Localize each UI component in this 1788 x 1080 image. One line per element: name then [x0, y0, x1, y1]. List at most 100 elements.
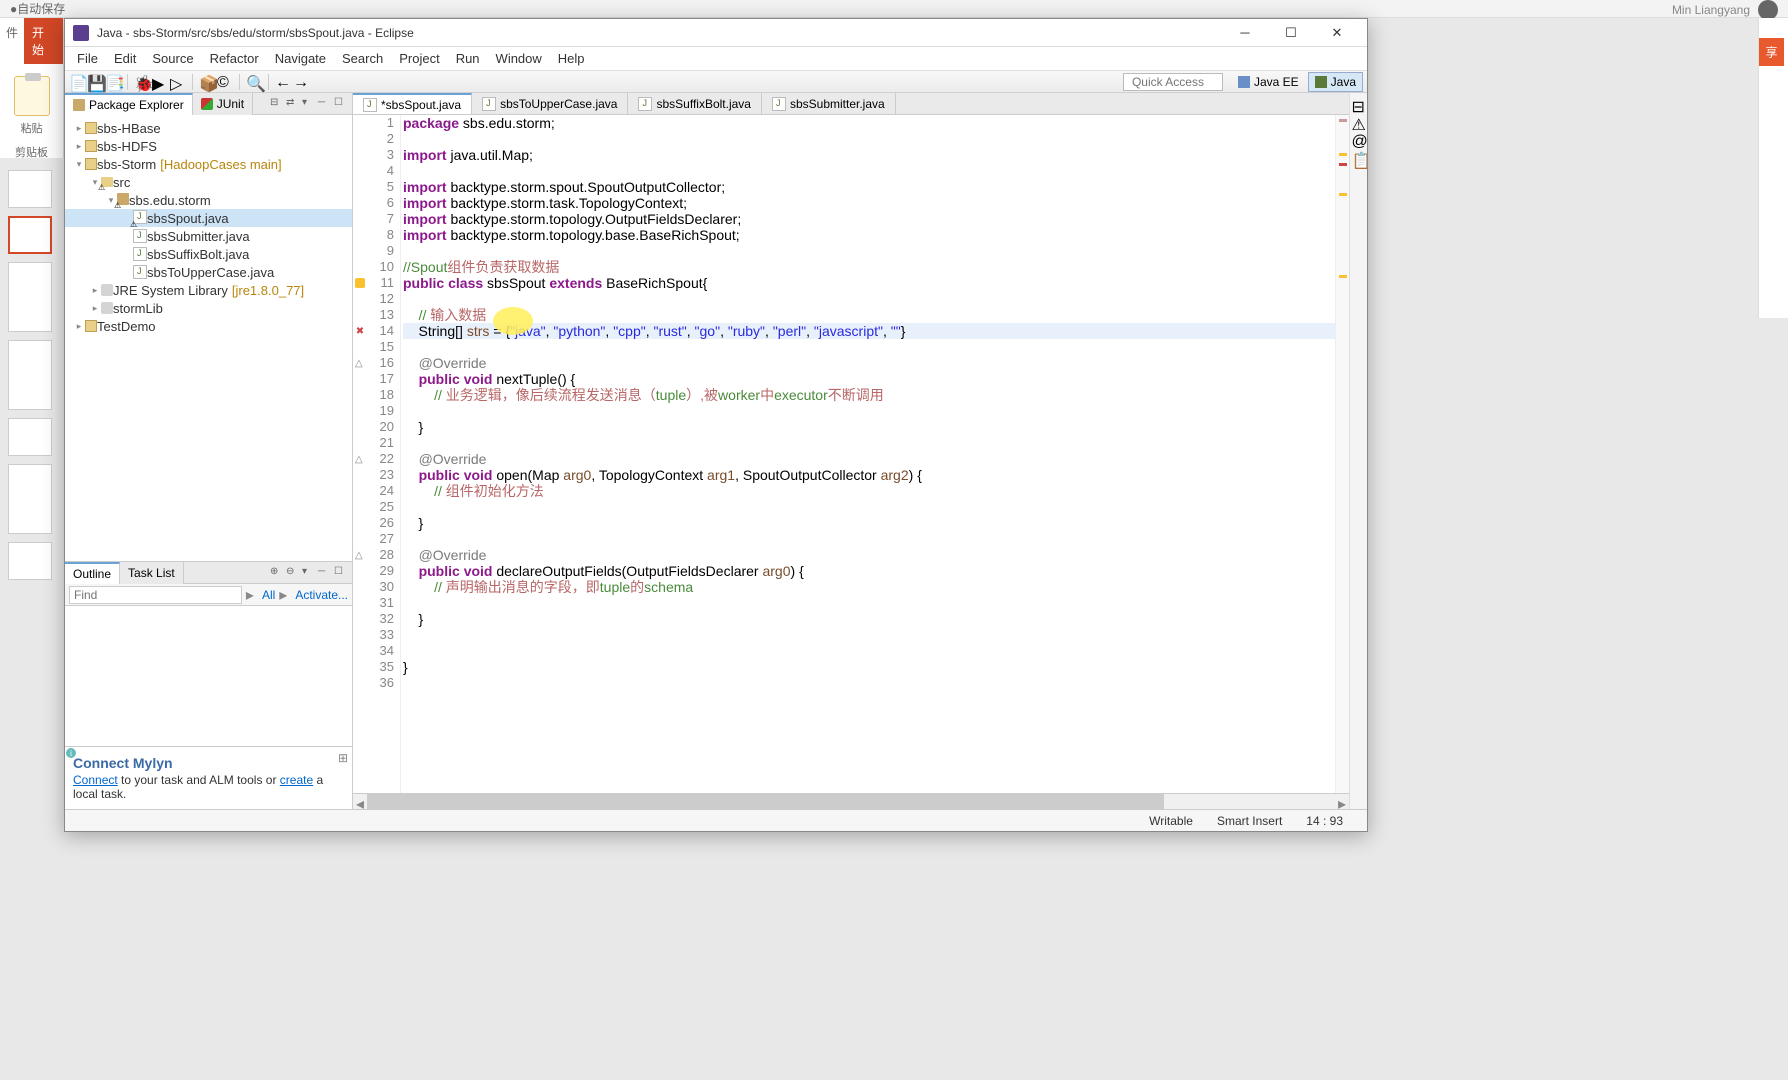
warning-marker[interactable]: [355, 278, 365, 288]
code-line-20[interactable]: }: [403, 419, 1335, 435]
code-line-16[interactable]: @Override: [403, 355, 1335, 371]
code-line-21[interactable]: [403, 435, 1335, 451]
editor-tab-sbstouppercase-java[interactable]: sbsToUpperCase.java: [472, 93, 628, 114]
expand-toggle[interactable]: ▾: [73, 158, 85, 170]
outline-max-icon[interactable]: ☐: [334, 566, 348, 580]
package-explorer-tree[interactable]: ▸ sbs-HBase▸ sbs-HDFS▾ sbs-Storm[HadoopC…: [65, 115, 352, 561]
code-line-31[interactable]: [403, 595, 1335, 611]
code-line-24[interactable]: // 组件初始化方法: [403, 483, 1335, 499]
search-icon[interactable]: 🔍: [246, 74, 262, 90]
code-line-14[interactable]: String[] strs = {"java", "python", "cpp"…: [403, 323, 1335, 339]
editor-content[interactable]: ✖△△△ 12345678910111213141516171819202122…: [353, 115, 1349, 793]
maximize-view-icon[interactable]: ☐: [334, 97, 348, 111]
all-link[interactable]: All: [262, 588, 275, 602]
code-line-34[interactable]: [403, 643, 1335, 659]
error-marker[interactable]: ✖: [356, 326, 364, 337]
back-icon[interactable]: ←: [275, 74, 291, 90]
problems-icon[interactable]: ⚠: [1352, 115, 1366, 129]
find-input[interactable]: [69, 586, 242, 604]
tree-item-sbssubmitter-java[interactable]: sbsSubmitter.java: [65, 227, 352, 245]
tree-item-src[interactable]: ▾⚠ src: [65, 173, 352, 191]
code-line-36[interactable]: [403, 675, 1335, 691]
link-editor-icon[interactable]: ⇄: [286, 97, 300, 111]
code-area[interactable]: package sbs.edu.storm; import java.util.M…: [401, 115, 1335, 793]
restore-icon[interactable]: ⊟: [1352, 97, 1366, 111]
activate-link[interactable]: Activate...: [295, 588, 348, 602]
editor-tab-sbssuffixbolt-java[interactable]: sbsSuffixBolt.java: [628, 93, 762, 114]
perspective-javaee[interactable]: Java EE: [1231, 72, 1306, 92]
code-line-33[interactable]: [403, 627, 1335, 643]
code-line-4[interactable]: [403, 163, 1335, 179]
code-line-1[interactable]: package sbs.edu.storm;: [403, 115, 1335, 131]
saveall-icon[interactable]: 📑: [105, 74, 121, 90]
tab-outline[interactable]: Outline: [65, 562, 120, 584]
code-line-2[interactable]: [403, 131, 1335, 147]
expand-toggle[interactable]: [121, 248, 133, 260]
tree-item-sbssuffixbolt-java[interactable]: sbsSuffixBolt.java: [65, 245, 352, 263]
code-line-5[interactable]: import backtype.storm.spout.SpoutOutputC…: [403, 179, 1335, 195]
tree-item-sbs-hbase[interactable]: ▸ sbs-HBase: [65, 119, 352, 137]
code-line-3[interactable]: import java.util.Map;: [403, 147, 1335, 163]
close-button[interactable]: ✕: [1315, 20, 1359, 46]
code-line-12[interactable]: [403, 291, 1335, 307]
code-line-17[interactable]: public void nextTuple() {: [403, 371, 1335, 387]
tree-item-sbstouppercase-java[interactable]: sbsToUpperCase.java: [65, 263, 352, 281]
menu-refactor[interactable]: Refactor: [202, 48, 267, 70]
tree-item-jre-system-library[interactable]: ▸ JRE System Library[jre1.8.0_77]: [65, 281, 352, 299]
quick-access-input[interactable]: [1123, 73, 1223, 91]
expand-toggle[interactable]: ▸: [73, 320, 85, 332]
tab-package-explorer[interactable]: Package Explorer: [65, 93, 193, 115]
code-line-11[interactable]: public class sbsSpout extends BaseRichSp…: [403, 275, 1335, 291]
perspective-java[interactable]: Java: [1308, 72, 1363, 92]
menu-project[interactable]: Project: [391, 48, 447, 70]
expand-toggle[interactable]: ▸: [73, 122, 85, 134]
javadoc-icon[interactable]: @: [1352, 133, 1366, 147]
code-line-18[interactable]: // 业务逻辑，像后续流程发送消息（tuple）,被worker中executo…: [403, 387, 1335, 403]
new-package-icon[interactable]: 📦: [199, 74, 215, 90]
run-icon[interactable]: ▶: [152, 74, 168, 90]
declaration-icon[interactable]: 📋: [1352, 151, 1366, 165]
tree-item-sbsspout-java[interactable]: ⚠ sbsSpout.java: [65, 209, 352, 227]
expand-toggle[interactable]: ▸: [89, 284, 101, 296]
code-line-13[interactable]: // 输入数据: [403, 307, 1335, 323]
code-line-25[interactable]: [403, 499, 1335, 515]
menu-search[interactable]: Search: [334, 48, 391, 70]
minimize-view-icon[interactable]: ─: [318, 97, 332, 111]
tree-item-sbs-hdfs[interactable]: ▸ sbs-HDFS: [65, 137, 352, 155]
tree-item-sbs-edu-storm[interactable]: ▾⚠ sbs.edu.storm: [65, 191, 352, 209]
menu-source[interactable]: Source: [144, 48, 201, 70]
new-class-icon[interactable]: ©: [217, 74, 233, 90]
code-line-35[interactable]: }: [403, 659, 1335, 675]
new-icon[interactable]: 📄: [69, 74, 85, 90]
menu-navigate[interactable]: Navigate: [267, 48, 334, 70]
debug-icon[interactable]: 🐞: [134, 74, 150, 90]
code-line-9[interactable]: [403, 243, 1335, 259]
forward-icon[interactable]: →: [293, 74, 309, 90]
code-line-6[interactable]: import backtype.storm.task.TopologyConte…: [403, 195, 1335, 211]
minimize-button[interactable]: ─: [1223, 20, 1267, 46]
outline-icon-1[interactable]: ⊕: [270, 566, 284, 580]
overview-ruler[interactable]: [1335, 115, 1349, 793]
menu-file[interactable]: File: [69, 48, 106, 70]
menu-help[interactable]: Help: [550, 48, 593, 70]
code-line-29[interactable]: public void declareOutputFields(OutputFi…: [403, 563, 1335, 579]
outline-icon-2[interactable]: ⊖: [286, 566, 300, 580]
save-icon[interactable]: 💾: [87, 74, 103, 90]
code-line-28[interactable]: @Override: [403, 547, 1335, 563]
collapse-all-icon[interactable]: ⊟: [270, 97, 284, 111]
code-line-22[interactable]: @Override: [403, 451, 1335, 467]
code-line-32[interactable]: }: [403, 611, 1335, 627]
tree-item-sbs-storm[interactable]: ▾ sbs-Storm[HadoopCases main]: [65, 155, 352, 173]
override-marker[interactable]: △: [355, 358, 365, 368]
editor-tab-sbssubmitter-java[interactable]: sbsSubmitter.java: [762, 93, 896, 114]
expand-toggle[interactable]: [121, 266, 133, 278]
tab-junit[interactable]: JUnit: [193, 93, 253, 115]
editor-tab--sbsspout-java[interactable]: *sbsSpout.java: [353, 93, 472, 114]
run-last-icon[interactable]: ▷: [170, 74, 186, 90]
override-marker[interactable]: △: [355, 454, 365, 464]
code-line-15[interactable]: [403, 339, 1335, 355]
expand-icon[interactable]: ⊞: [338, 751, 348, 765]
tree-item-testdemo[interactable]: ▸ TestDemo: [65, 317, 352, 335]
expand-toggle[interactable]: ▸: [73, 140, 85, 152]
maximize-button[interactable]: ☐: [1269, 20, 1313, 46]
